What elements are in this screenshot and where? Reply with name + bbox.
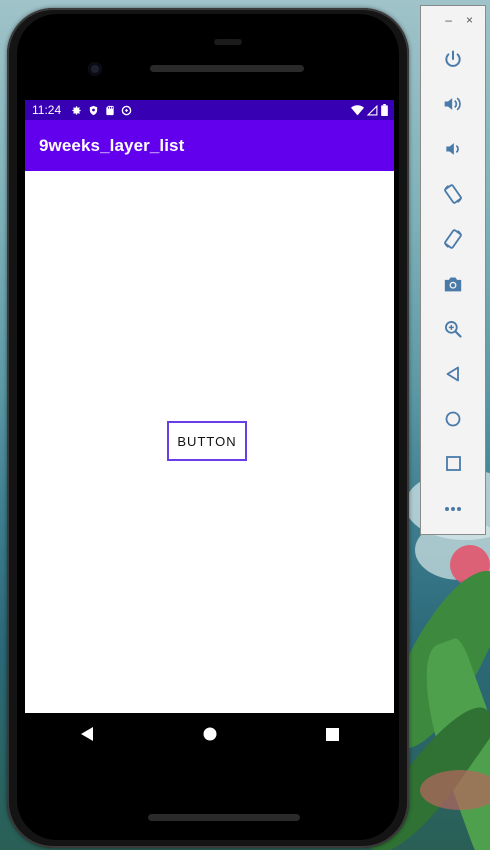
power-button[interactable]: [421, 36, 485, 81]
overview-outline-icon: [445, 456, 461, 471]
battery-icon: [381, 104, 388, 116]
volume-up-button[interactable]: [421, 81, 485, 126]
top-speaker-grille: [150, 65, 304, 72]
sd-card-icon: [105, 105, 115, 116]
volume-down-button[interactable]: [421, 126, 485, 171]
signal-icon: [367, 104, 378, 116]
nav-recents-button[interactable]: [313, 714, 353, 754]
rotate-left-icon: [444, 183, 462, 204]
screenshot-button[interactable]: [421, 261, 485, 306]
earpiece: [214, 39, 242, 45]
more-dots-icon: [445, 506, 461, 511]
app-title: 9weeks_layer_list: [39, 135, 185, 155]
nav-back-button[interactable]: [67, 714, 107, 754]
data-saver-icon: [121, 105, 132, 116]
camera-icon: [444, 276, 462, 291]
back-triangle-icon: [80, 727, 93, 741]
recents-square-icon: [326, 727, 339, 741]
zoom-in-icon: [445, 320, 462, 338]
zoom-button[interactable]: [421, 306, 485, 351]
back-outline-icon: [446, 366, 459, 381]
emulator-toolbar: – ×: [420, 5, 486, 535]
rotate-right-button[interactable]: [421, 216, 485, 261]
home-outline-icon: [445, 411, 461, 426]
status-bar: 11:24: [25, 100, 394, 120]
toolbar-home-button[interactable]: [421, 396, 485, 441]
wifi-icon: [351, 104, 364, 116]
front-camera: [88, 62, 102, 76]
more-button[interactable]: [421, 486, 485, 531]
app-content: BUTTON: [25, 171, 394, 713]
home-circle-icon: [203, 727, 216, 741]
nav-home-button[interactable]: [190, 714, 230, 754]
status-time: 11:24: [32, 103, 62, 117]
toolbar-back-button[interactable]: [421, 351, 485, 396]
device-screen[interactable]: 11:24 9weeks_layer_list BUTTON: [25, 100, 394, 713]
shield-icon: [88, 105, 99, 116]
android-nav-bar: [25, 713, 394, 755]
power-icon: [445, 50, 461, 67]
app-bar: 9weeks_layer_list: [25, 120, 394, 171]
gear-icon: [71, 105, 82, 116]
close-button[interactable]: ×: [466, 14, 473, 34]
volume-down-icon: [446, 142, 459, 155]
toolbar-overview-button[interactable]: [421, 441, 485, 486]
volume-up-icon: [444, 97, 461, 110]
rotate-left-button[interactable]: [421, 171, 485, 216]
bottom-speaker-grille: [148, 814, 300, 821]
minimize-button[interactable]: –: [445, 14, 452, 34]
main-button[interactable]: BUTTON: [167, 421, 247, 461]
rotate-right-icon: [444, 228, 462, 249]
